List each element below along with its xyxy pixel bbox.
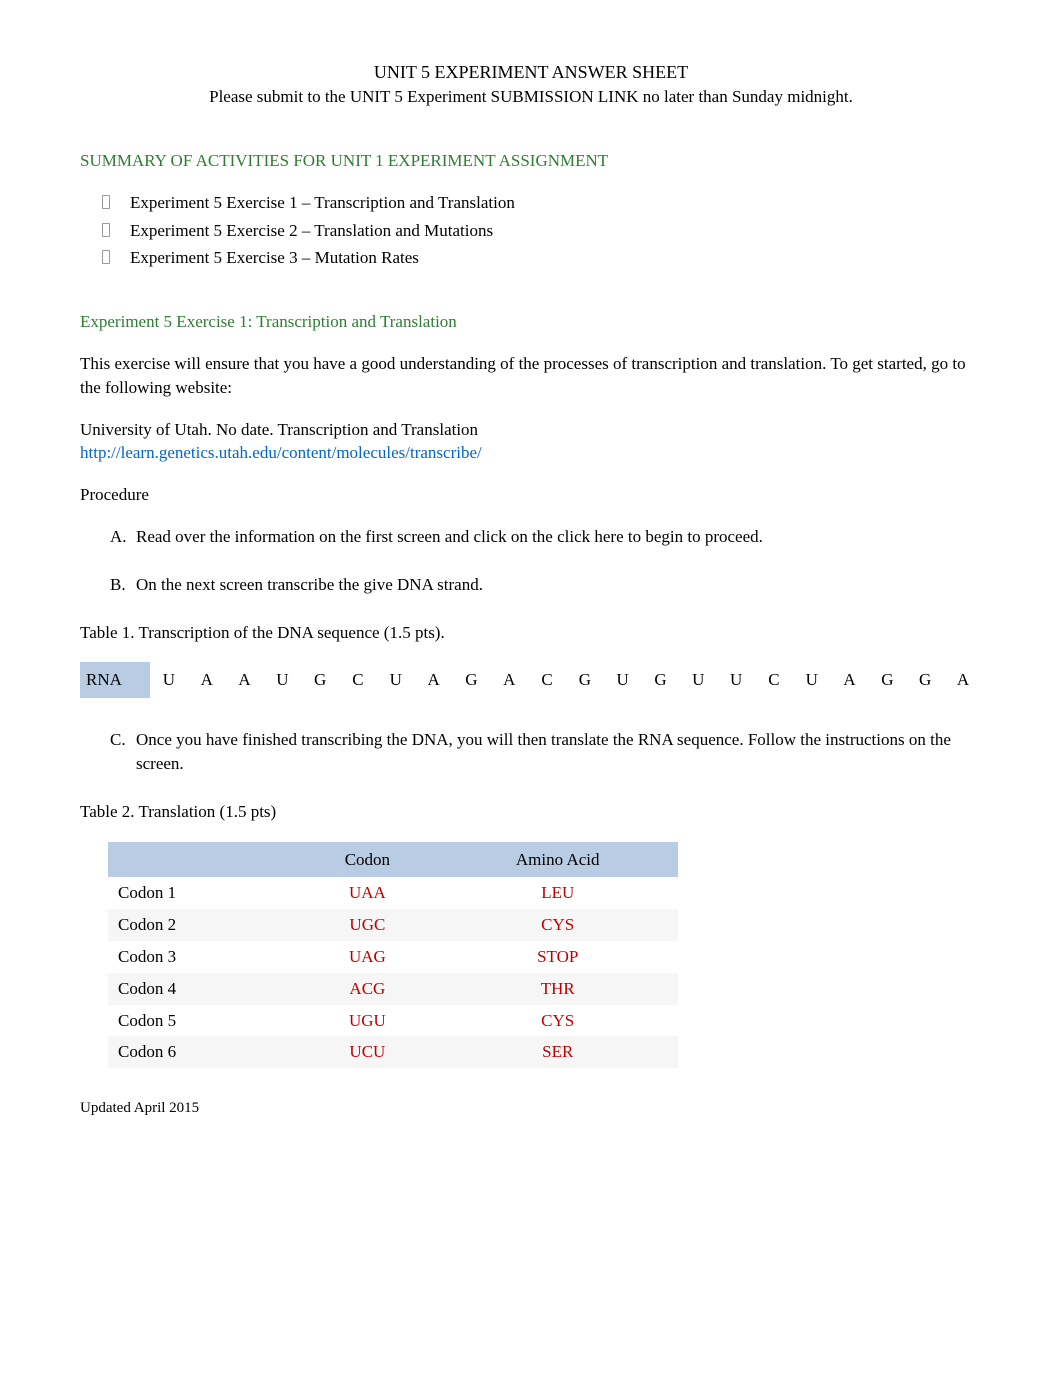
rna-base: U xyxy=(263,662,301,698)
trans-row: Codon 2 UGC CYS xyxy=(108,909,678,941)
trans-label: Codon 2 xyxy=(108,909,297,941)
rna-table: RNA U A A U G C U A G A C G U G U U C U … xyxy=(80,662,982,698)
trans-codon: UCU xyxy=(297,1036,437,1068)
trans-header-blank xyxy=(108,842,297,878)
trans-label: Codon 3 xyxy=(108,941,297,973)
rna-base: C xyxy=(528,662,566,698)
procedure-list-ab: Read over the information on the first s… xyxy=(80,525,982,597)
rna-base: U xyxy=(150,662,188,698)
rna-base: A xyxy=(415,662,453,698)
rna-base: U xyxy=(377,662,415,698)
trans-row: Codon 6 UCU SER xyxy=(108,1036,678,1068)
exercise1-link[interactable]: http://learn.genetics.utah.edu/content/m… xyxy=(80,443,482,462)
procedure-step: On the next screen transcribe the give D… xyxy=(110,573,982,597)
trans-codon: UAG xyxy=(297,941,437,973)
exercise1-source: University of Utah. No date. Transcripti… xyxy=(80,418,982,442)
trans-row: Codon 1 UAA LEU xyxy=(108,877,678,909)
document-subtitle: Please submit to the UNIT 5 Experiment S… xyxy=(80,85,982,109)
rna-base: A xyxy=(944,662,982,698)
trans-amino: STOP xyxy=(437,941,678,973)
summary-item: Experiment 5 Exercise 2 – Translation an… xyxy=(130,219,982,243)
rna-base: A xyxy=(831,662,869,698)
summary-heading: SUMMARY OF ACTIVITIES FOR UNIT 1 EXPERIM… xyxy=(80,149,982,173)
trans-header-amino: Amino Acid xyxy=(437,842,678,878)
trans-label: Codon 4 xyxy=(108,973,297,1005)
trans-amino: CYS xyxy=(437,1005,678,1037)
summary-list: Experiment 5 Exercise 1 – Transcription … xyxy=(80,191,982,270)
trans-row: Codon 5 UGU CYS xyxy=(108,1005,678,1037)
rna-base: G xyxy=(642,662,680,698)
trans-label: Codon 5 xyxy=(108,1005,297,1037)
trans-codon: UAA xyxy=(297,877,437,909)
exercise1-heading: Experiment 5 Exercise 1: Transcription a… xyxy=(80,310,982,334)
footer-updated: Updated April 2015 xyxy=(80,1098,982,1119)
rna-base: G xyxy=(566,662,604,698)
rna-base: U xyxy=(793,662,831,698)
document-title: UNIT 5 EXPERIMENT ANSWER SHEET xyxy=(80,60,982,85)
trans-amino: THR xyxy=(437,973,678,1005)
rna-base: C xyxy=(755,662,793,698)
exercise1-intro: This exercise will ensure that you have … xyxy=(80,352,982,400)
procedure-label: Procedure xyxy=(80,483,982,507)
procedure-list-c: Once you have finished transcribing the … xyxy=(80,728,982,776)
rna-base: G xyxy=(453,662,491,698)
translation-table: Codon Amino Acid Codon 1 UAA LEU Codon 2… xyxy=(108,842,678,1069)
summary-item: Experiment 5 Exercise 1 – Transcription … xyxy=(130,191,982,215)
rna-base: A xyxy=(226,662,264,698)
rna-base: A xyxy=(188,662,226,698)
trans-codon: UGC xyxy=(297,909,437,941)
rna-base: G xyxy=(906,662,944,698)
trans-amino: CYS xyxy=(437,909,678,941)
rna-base: A xyxy=(490,662,528,698)
table2-caption: Table 2. Translation (1.5 pts) xyxy=(80,800,982,824)
rna-base: U xyxy=(679,662,717,698)
summary-item: Experiment 5 Exercise 3 – Mutation Rates xyxy=(130,246,982,270)
rna-base: U xyxy=(604,662,642,698)
trans-label: Codon 1 xyxy=(108,877,297,909)
rna-base: G xyxy=(301,662,339,698)
trans-codon: UGU xyxy=(297,1005,437,1037)
trans-row: Codon 3 UAG STOP xyxy=(108,941,678,973)
rna-base: G xyxy=(868,662,906,698)
trans-amino: SER xyxy=(437,1036,678,1068)
trans-amino: LEU xyxy=(437,877,678,909)
trans-row: Codon 4 ACG THR xyxy=(108,973,678,1005)
trans-label: Codon 6 xyxy=(108,1036,297,1068)
rna-base: U xyxy=(717,662,755,698)
trans-header-codon: Codon xyxy=(297,842,437,878)
rna-label: RNA xyxy=(80,662,150,698)
trans-codon: ACG xyxy=(297,973,437,1005)
procedure-step: Read over the information on the first s… xyxy=(110,525,982,549)
table1-caption: Table 1. Transcription of the DNA sequen… xyxy=(80,621,982,645)
rna-base: C xyxy=(339,662,377,698)
procedure-step: Once you have finished transcribing the … xyxy=(110,728,982,776)
